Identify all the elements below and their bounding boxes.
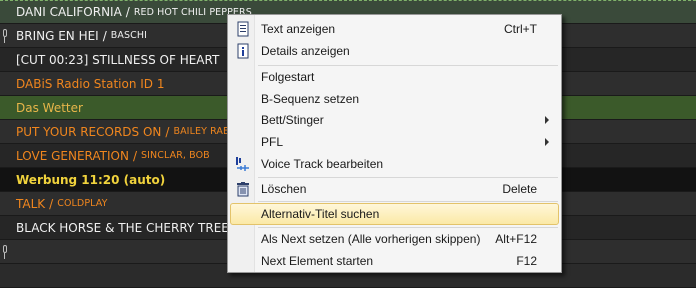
- title-separator: /: [102, 28, 107, 43]
- track-title: PUT YOUR RECORDS ON: [16, 124, 162, 139]
- menu-item-shortcut: Delete: [502, 182, 537, 196]
- menu-item-next-element-starten[interactable]: Next Element starten F12: [230, 250, 559, 272]
- menu-item-label: Voice Track bearbeiten: [261, 157, 384, 171]
- menu-item-label: Next Element starten: [261, 254, 374, 268]
- voicetrack-icon: [235, 156, 251, 172]
- menu-item-text-anzeigen[interactable]: Text anzeigen Ctrl+T: [230, 18, 559, 40]
- menu-item-label: Bett/Stinger: [261, 113, 324, 127]
- track-artist: COLDPLAY: [57, 198, 108, 209]
- submenu-arrow-icon: [545, 116, 549, 124]
- track-artist: BASCHI: [110, 30, 147, 41]
- trash-icon: [235, 181, 251, 197]
- menu-item-label: Als Next setzen (Alle vorherigen skippen…: [261, 232, 481, 246]
- menu-item-folgestart[interactable]: Folgestart: [230, 66, 559, 88]
- track-artist: BAILEY RAE: [173, 126, 230, 137]
- menu-item-label: B-Sequenz setzen: [261, 92, 360, 106]
- submenu-arrow-icon: [545, 138, 549, 146]
- track-title: TALK: [16, 196, 46, 211]
- menu-item-shortcut: F12: [516, 254, 537, 268]
- menu-item-b-sequenz[interactable]: B-Sequenz setzen: [230, 88, 559, 110]
- menu-item-label: Löschen: [261, 182, 307, 196]
- menu-item-bett-stinger[interactable]: Bett/Stinger: [230, 109, 559, 131]
- menu-item-shortcut: Ctrl+T: [504, 22, 537, 36]
- menu-item-label: Details anzeigen: [261, 44, 350, 58]
- track-title: [CUT 00:23] STILLNESS OF HEART: [16, 52, 220, 67]
- menu-item-voice-track[interactable]: Voice Track bearbeiten: [230, 153, 559, 175]
- menu-item-label: Text anzeigen: [261, 22, 336, 36]
- menu-item-label: Alternativ-Titel suchen: [261, 207, 380, 221]
- menu-separator: [258, 201, 558, 202]
- microphone-icon: [2, 244, 8, 259]
- menu-item-label: PFL: [261, 135, 284, 149]
- track-title: DABiS Radio Station ID 1: [16, 76, 165, 91]
- track-title: LOVE GENERATION: [16, 148, 129, 163]
- context-menu: Text anzeigen Ctrl+T Details anzeigen Fo…: [227, 14, 562, 273]
- title-separator: /: [132, 148, 138, 163]
- track-title: Werbung 11:20 (auto): [16, 172, 166, 187]
- info-icon: [235, 43, 251, 59]
- menu-item-details-anzeigen[interactable]: Details anzeigen: [230, 40, 559, 62]
- menu-item-shortcut: Alt+F12: [495, 232, 537, 246]
- title-separator: /: [49, 196, 54, 211]
- track-title: BLACK HORSE & THE CHERRY TREE: [16, 220, 229, 235]
- title-separator: /: [165, 124, 170, 139]
- menu-item-label: Folgestart: [261, 70, 315, 84]
- track-title: BRING EN HEI: [16, 28, 99, 43]
- menu-item-pfl[interactable]: PFL: [230, 131, 559, 153]
- track-title: Das Wetter: [16, 100, 83, 115]
- microphone-icon: [2, 28, 8, 43]
- track-artist: SINCLAR, BOB: [141, 150, 210, 161]
- menu-item-als-next-setzen[interactable]: Als Next setzen (Alle vorherigen skippen…: [230, 228, 559, 250]
- document-icon: [235, 21, 251, 37]
- title-separator: /: [125, 5, 130, 19]
- track-title: DANI CALIFORNIA: [16, 5, 122, 19]
- menu-item-alternativ-titel[interactable]: Alternativ-Titel suchen: [230, 203, 559, 225]
- menu-item-loeschen[interactable]: Löschen Delete: [230, 178, 559, 200]
